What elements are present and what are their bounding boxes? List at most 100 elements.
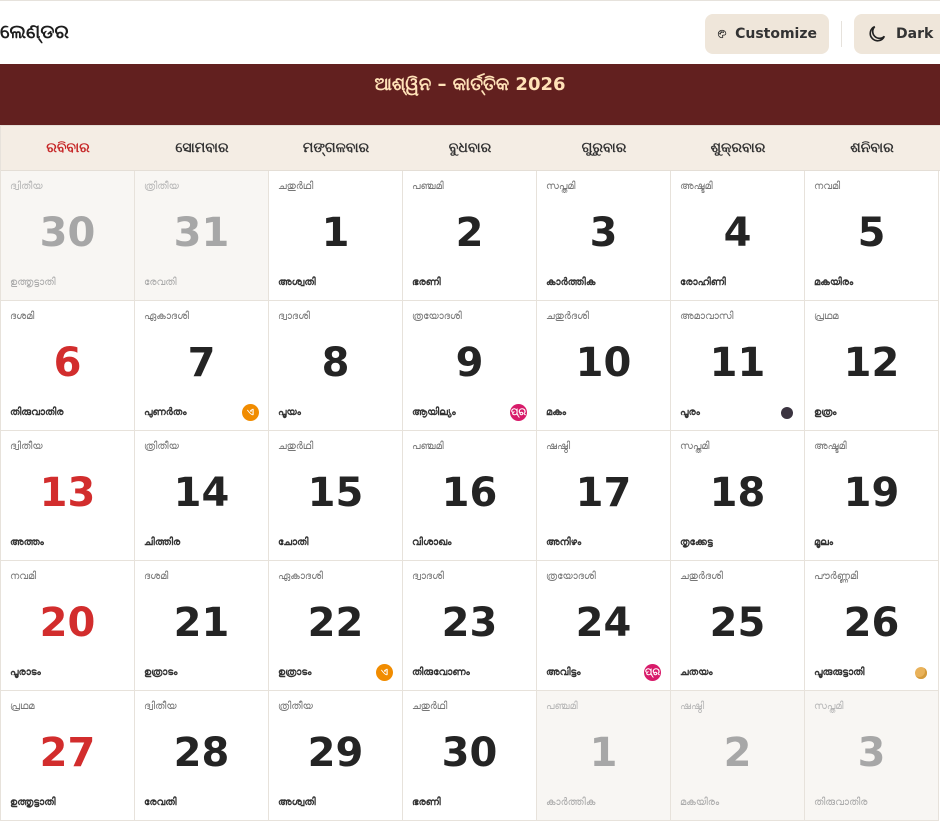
day-cell[interactable]: ചതുർഥി 15 ചോതി [269, 431, 403, 561]
day-number: 5 [857, 210, 886, 256]
day-cell[interactable]: ദ്വിതീയ 13 അത്തം [1, 431, 135, 561]
day-cell[interactable]: ദ്വിതീയ 30 ഉത്തൃട്ടാതി [1, 171, 135, 301]
day-cell[interactable]: അഷ്ടമി 19 മൂലം [805, 431, 939, 561]
day-cell[interactable]: ചതുർദശി 25 ചതയം [671, 561, 805, 691]
nakshatra-label: ചോതി [278, 537, 309, 548]
tithi-label: പഞ്ചമി [412, 441, 444, 452]
day-number: 1 [589, 730, 618, 776]
day-cell[interactable]: ഷഷ്ഠി 17 അനിഴം [537, 431, 671, 561]
day-cell[interactable]: നവമി 20 പൂരാടം [1, 561, 135, 691]
day-number: 24 [575, 600, 632, 646]
nakshatra-label: അശ്വതി [278, 797, 316, 808]
day-cell[interactable]: ഏകാദശി 22 ഉത്രാടം ଏ [269, 561, 403, 691]
day-number: 22 [307, 600, 364, 646]
tithi-label: ത്രയോദശി [546, 571, 596, 582]
day-number: 25 [709, 600, 766, 646]
app-title: ଲେଣ୍ଡର [0, 21, 69, 43]
day-cell[interactable]: അമാവാസി 11 പൂരം [671, 301, 805, 431]
customize-label: Customize [735, 26, 817, 42]
day-cell[interactable]: ദ്വാദശി 8 പൂയം [269, 301, 403, 431]
tithi-label: പ്രഥമ [10, 701, 35, 712]
day-cell[interactable]: ത്രിതീയ 14 ചിത്തിര [135, 431, 269, 561]
tithi-label: പഞ്ചമി [546, 701, 578, 712]
day-cell[interactable]: അഷ്ടമി 4 രോഹിണി [671, 171, 805, 301]
nakshatra-label: മൂലം [814, 537, 834, 548]
nakshatra-label: അശ്വതി [278, 277, 316, 288]
tithi-label: ചതുർഥി [278, 181, 314, 192]
weekday-monday: ସୋମବାର [175, 140, 229, 156]
tithi-label: ദ്വിതീയ [10, 181, 43, 192]
weekday-wednesday: ବୁଧବାର [448, 140, 492, 156]
day-cell[interactable]: പഞ്ചമി 2 ഭരണി [403, 171, 537, 301]
ekadashi-badge: ଏ [242, 404, 259, 421]
day-cell[interactable]: ചതുർഥി 1 അശ്വതി [269, 171, 403, 301]
day-number: 16 [441, 470, 498, 516]
nakshatra-label: പൂരാടം [10, 667, 41, 678]
nakshatra-label: തിരുവാതിര [10, 407, 64, 418]
day-cell[interactable]: ത്രിതീയ 29 അശ്വതി [269, 691, 403, 821]
nakshatra-label: വിശാഖം [412, 537, 452, 548]
top-bar: ଲେଣ୍ଡର Customize Dark [0, 0, 940, 65]
new-moon-icon [781, 407, 793, 419]
day-cell[interactable]: ദ്വിതീയ 28 രേവതി [135, 691, 269, 821]
day-cell[interactable]: ചതുർഥി 30 ഭരണി [403, 691, 537, 821]
nakshatra-label: പൂരം [680, 407, 700, 418]
nakshatra-label: അത്തം [10, 537, 44, 548]
day-cell[interactable]: പഞ്ചമി 1 കാർത്തിക [537, 691, 671, 821]
nakshatra-label: പുണർതം [144, 407, 187, 418]
day-number: 14 [173, 470, 230, 516]
pradosh-badge: ପ୍ର [644, 664, 661, 681]
day-number: 20 [39, 600, 96, 646]
day-cell[interactable]: ദ്വാദശി 23 തിരുവോണം [403, 561, 537, 691]
day-number: 3 [589, 210, 618, 256]
day-cell[interactable]: നവമി 5 മകയിരം [805, 171, 939, 301]
day-number: 1 [321, 210, 350, 256]
dark-mode-button[interactable]: Dark [854, 14, 940, 54]
day-cell[interactable]: ഏകാദശി 7 പുണർതം ଏ [135, 301, 269, 431]
nakshatra-label: ഭരണി [412, 797, 441, 808]
day-cell[interactable]: പൗർണ്ണമി 26 പൂരുരുട്ടാതി [805, 561, 939, 691]
customize-button[interactable]: Customize [705, 14, 829, 54]
day-cell[interactable]: ത്രിതീയ 31 രേവതി [135, 171, 269, 301]
day-cell[interactable]: ദശമി 21 ഉത്രാടം [135, 561, 269, 691]
tithi-label: ചതുർഥി [278, 441, 314, 452]
moon-icon [869, 25, 886, 42]
day-cell[interactable]: സപ്തമി 3 കാർത്തിക [537, 171, 671, 301]
day-cell[interactable]: ത്രയോദശി 24 അവിട്ടം ପ୍ର [537, 561, 671, 691]
tithi-label: സപ്തമി [814, 701, 844, 712]
nakshatra-label: തിരുവോണം [412, 667, 470, 678]
day-cell[interactable]: പ്രഥമ 27 ഉത്തൃട്ടാതി [1, 691, 135, 821]
nakshatra-label: ഉത്രാടം [278, 667, 312, 678]
day-number: 9 [455, 340, 484, 386]
tithi-label: ഏകാദശി [278, 571, 323, 582]
day-number: 29 [307, 730, 364, 776]
day-number: 17 [575, 470, 632, 516]
month-title: ଆଶ୍ୱିନ – କାର୍ତ୍ତିକ 2026 [374, 74, 566, 95]
tithi-label: പ്രഥമ [814, 311, 839, 322]
day-cell[interactable]: സപ്തമി 3 തിരുവാതിര [805, 691, 939, 821]
day-cell[interactable]: ചതുർദശി 10 മകം [537, 301, 671, 431]
tithi-label: ചതുർഥി [412, 701, 448, 712]
weekday-thursday: ଗୁରୁବାର [581, 140, 627, 156]
day-cell[interactable]: പ്രഥമ 12 ഉത്രം [805, 301, 939, 431]
day-cell[interactable]: ദശമി 6 തിരുവാതിര [1, 301, 135, 431]
nakshatra-label: രേവതി [144, 277, 177, 288]
day-cell[interactable]: സപ്തമി 18 തൃക്കേട്ട [671, 431, 805, 561]
day-number: 12 [843, 340, 900, 386]
full-moon-icon [915, 667, 927, 679]
palette-icon [717, 29, 727, 39]
nakshatra-label: തിരുവാതിര [814, 797, 868, 808]
nakshatra-label: അനിഴം [546, 537, 582, 548]
day-cell[interactable]: ഷഷ്ഠി 2 മകയിരം [671, 691, 805, 821]
day-number: 13 [39, 470, 96, 516]
day-number: 3 [857, 730, 886, 776]
day-number: 21 [173, 600, 230, 646]
tithi-label: സപ്തമി [546, 181, 576, 192]
tithi-label: ത്രിതീയ [278, 701, 313, 712]
day-number: 27 [39, 730, 96, 776]
day-cell[interactable]: ത്രയോദശി 9 ആയില്യം ପ୍ର [403, 301, 537, 431]
day-number: 8 [321, 340, 350, 386]
day-cell[interactable]: പഞ്ചമി 16 വിശാഖം [403, 431, 537, 561]
tithi-label: ഷഷ്ഠി [546, 441, 571, 452]
weekday-saturday: ଶନିବାର [850, 140, 894, 156]
